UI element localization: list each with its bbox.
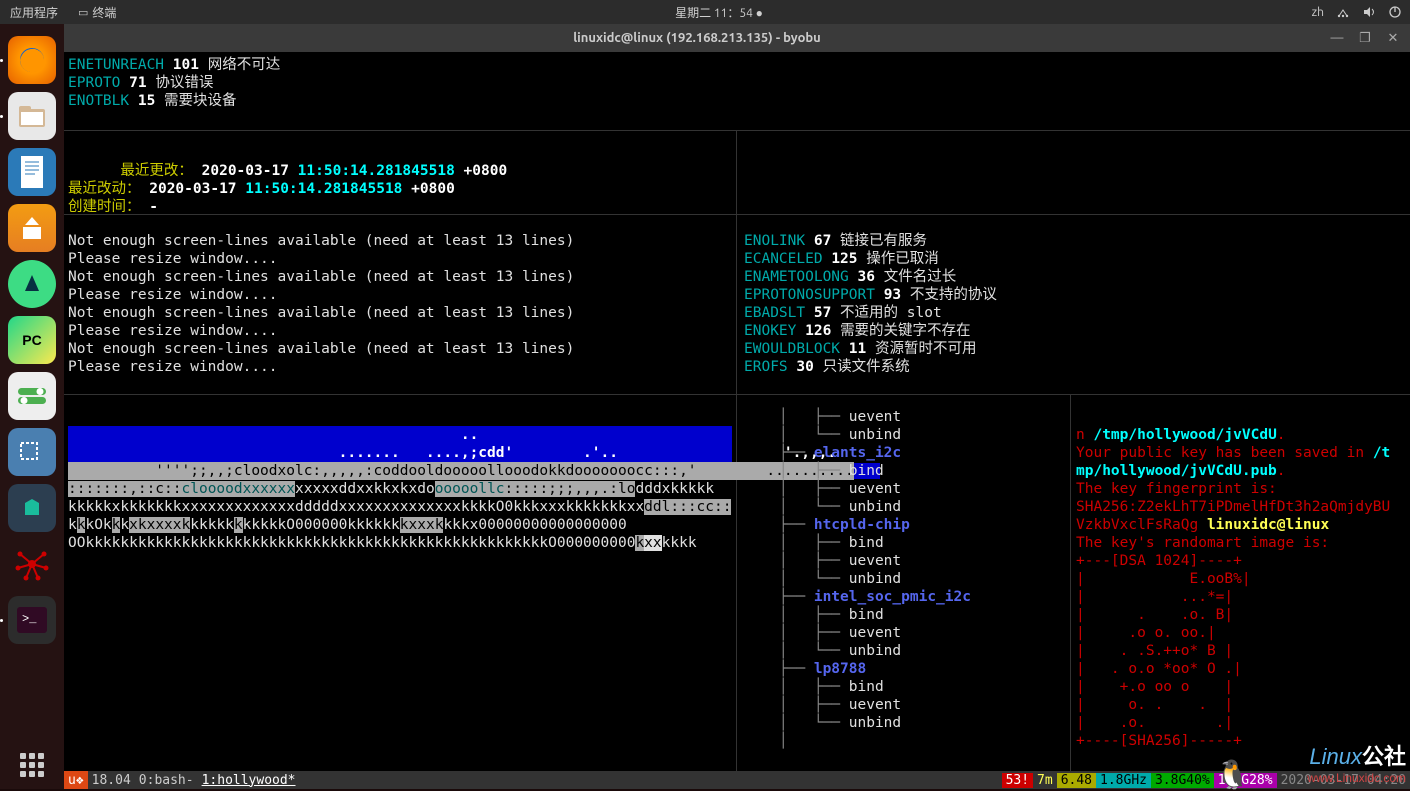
status-version: 18.04 (88, 771, 135, 789)
pane-top-errors: ENETUNREACH 101 网络不可达 EPROTO 71 协议错误 ENO… (68, 56, 280, 110)
terminal-icon: ▭ (78, 6, 88, 19)
status-disk: 118G28% (1214, 773, 1277, 788)
show-applications[interactable] (20, 753, 44, 777)
status-cpu: 1.8GHz (1096, 773, 1151, 788)
terminal-content[interactable]: ENETUNREACH 101 网络不可达 EPROTO 71 协议错误 ENO… (64, 52, 1410, 771)
dock-bug-tool[interactable] (8, 540, 56, 588)
clock[interactable]: 星期二 11：54 ● (126, 4, 1311, 21)
dock-screenshot[interactable] (8, 428, 56, 476)
titlebar[interactable]: linuxidc@linux (192.168.213.135) - byobu… (64, 24, 1410, 52)
network-icon[interactable] (1336, 5, 1350, 19)
terminal-window: linuxidc@linux (192.168.213.135) - byobu… (64, 24, 1410, 789)
dock-pycharm[interactable]: PC (8, 316, 56, 364)
close-button[interactable]: ✕ (1386, 31, 1400, 45)
maximize-button[interactable]: ❐ (1358, 31, 1372, 45)
pane-resize-msg: Not enough screen-lines available (need … (68, 232, 574, 376)
power-icon[interactable] (1388, 5, 1402, 19)
svg-text:>_: >_ (22, 612, 37, 626)
pane-stat: 最近更改： 2020-03-17 11:50:14.281845518 +080… (68, 144, 507, 216)
dock-files[interactable] (8, 92, 56, 140)
minimize-button[interactable]: — (1330, 31, 1344, 45)
window-title: linuxidc@linux (192.168.213.135) - byobu (64, 31, 1330, 45)
volume-icon[interactable] (1362, 5, 1376, 19)
status-clock: 04:20 (1363, 773, 1410, 788)
status-window-0[interactable]: 0:bash- (135, 771, 198, 789)
status-date: 2020-03-17 (1277, 773, 1363, 788)
dock-firefox[interactable] (8, 36, 56, 84)
dock-tweaks[interactable] (8, 372, 56, 420)
top-panel: 应用程序 ▭ 终端 星期二 11：54 ● zh (0, 0, 1410, 24)
dock-terminal[interactable]: >_ (8, 596, 56, 644)
dock-software[interactable] (8, 204, 56, 252)
dock-writer[interactable] (8, 148, 56, 196)
dock-snap-store[interactable] (8, 484, 56, 532)
pane-right-errors: ENOLINK 67 链接已有服务 ECANCELED 125 操作已取消 EN… (744, 232, 997, 376)
status-loadavg: 6.48 (1057, 773, 1096, 788)
status-memory: 3.8G40% (1151, 773, 1214, 788)
terminal-launcher[interactable]: ▭ 终端 (68, 4, 126, 21)
status-window-1[interactable]: 1:hollywood* (198, 771, 300, 789)
input-method-indicator[interactable]: zh (1312, 6, 1324, 19)
applications-menu[interactable]: 应用程序 (0, 4, 68, 21)
pane-tree: │ ├── uevent │ └── unbind ├── elants_i2c… (744, 408, 971, 750)
status-distro-badge: u❖ (64, 771, 88, 789)
byobu-statusbar: u❖ 18.04 0:bash- 1:hollywood* 53! 7m 6.4… (64, 771, 1410, 789)
status-uptime: 7m (1033, 773, 1057, 788)
dock-android-studio[interactable] (8, 260, 56, 308)
pane-ascii-art: .. ....... ....,;cdd' .'.. '.,,,. '''';;… (68, 408, 736, 552)
dock: PC >_ (0, 24, 64, 789)
status-load: 53! (1002, 773, 1033, 788)
pane-ssh-key: n /tmp/hollywood/jvVCdU. Your public key… (1076, 408, 1390, 750)
